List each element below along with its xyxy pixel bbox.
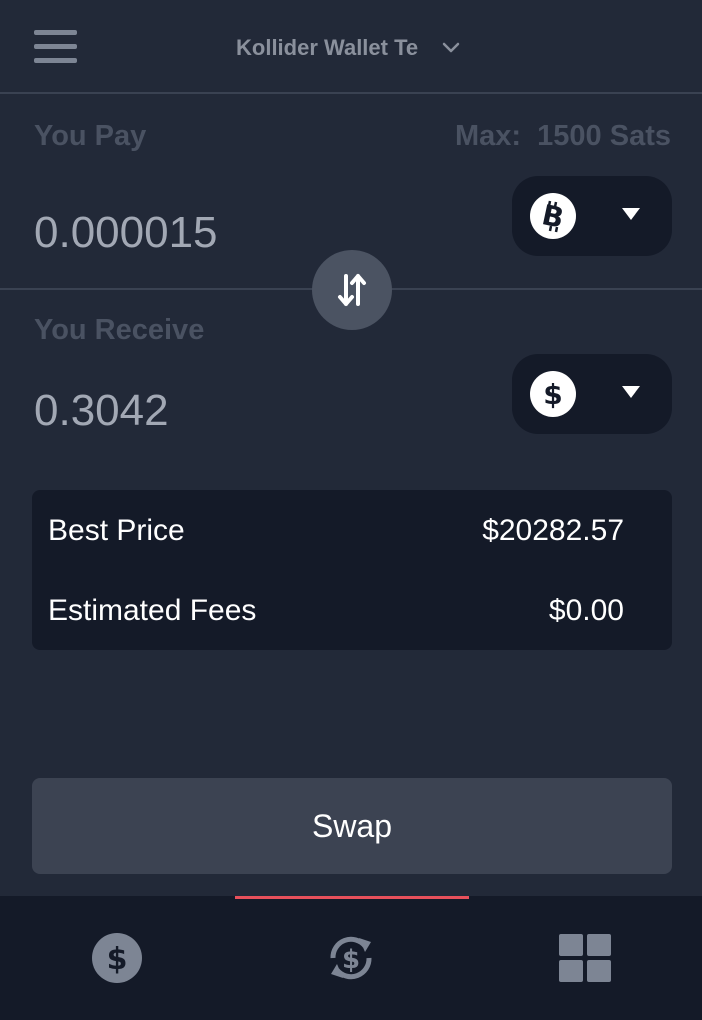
chevron-down-icon (442, 42, 460, 53)
estimated-fees-value: $0.00 (548, 594, 624, 627)
dollar-icon: $ (530, 371, 576, 417)
estimated-fees-row: Estimated Fees $0.00 (48, 594, 624, 628)
bottom-navigation: $ $ (0, 896, 702, 1020)
svg-text:B: B (539, 198, 567, 235)
swap-arrows-icon (338, 274, 366, 306)
you-receive-label: You Receive (34, 314, 205, 346)
dollar-circle-icon: $ (92, 933, 142, 983)
swap-button[interactable]: Swap (32, 778, 672, 874)
header: Kollider Wallet Te (0, 0, 702, 94)
svg-text:$: $ (543, 378, 562, 411)
pay-currency-select[interactable]: B (512, 176, 672, 256)
wallet-name: Kollider Wallet Te (236, 35, 419, 60)
estimated-fees-label: Estimated Fees (48, 594, 257, 627)
swap-direction-button[interactable] (312, 250, 392, 330)
swap-dollar-icon: $ (330, 936, 372, 980)
bitcoin-icon: B (530, 193, 576, 239)
price-info-panel: Best Price $20282.57 Estimated Fees $0.0… (32, 490, 672, 650)
receive-amount: 0.3042 (34, 386, 169, 435)
nav-tab-grid[interactable] (468, 896, 702, 1020)
wallet-selector[interactable]: Kollider Wallet Te (236, 34, 460, 62)
best-price-label: Best Price (48, 514, 185, 547)
caret-down-icon (622, 208, 640, 220)
caret-down-icon (622, 386, 640, 398)
hamburger-menu-icon[interactable] (34, 30, 78, 64)
best-price-value: $20282.57 (482, 514, 624, 547)
best-price-row: Best Price $20282.57 (48, 514, 624, 548)
grid-icon (559, 934, 611, 982)
pay-amount-input[interactable]: 0.000015 (34, 208, 218, 258)
nav-tab-swap[interactable]: $ (234, 896, 468, 1020)
you-pay-label: You Pay (34, 120, 147, 152)
svg-text:$: $ (107, 942, 128, 977)
receive-currency-select[interactable]: $ (512, 354, 672, 434)
svg-text:$: $ (342, 945, 360, 975)
nav-tab-dollar[interactable]: $ (0, 896, 234, 1020)
max-amount-label[interactable]: Max: 1500 Sats (455, 120, 671, 153)
